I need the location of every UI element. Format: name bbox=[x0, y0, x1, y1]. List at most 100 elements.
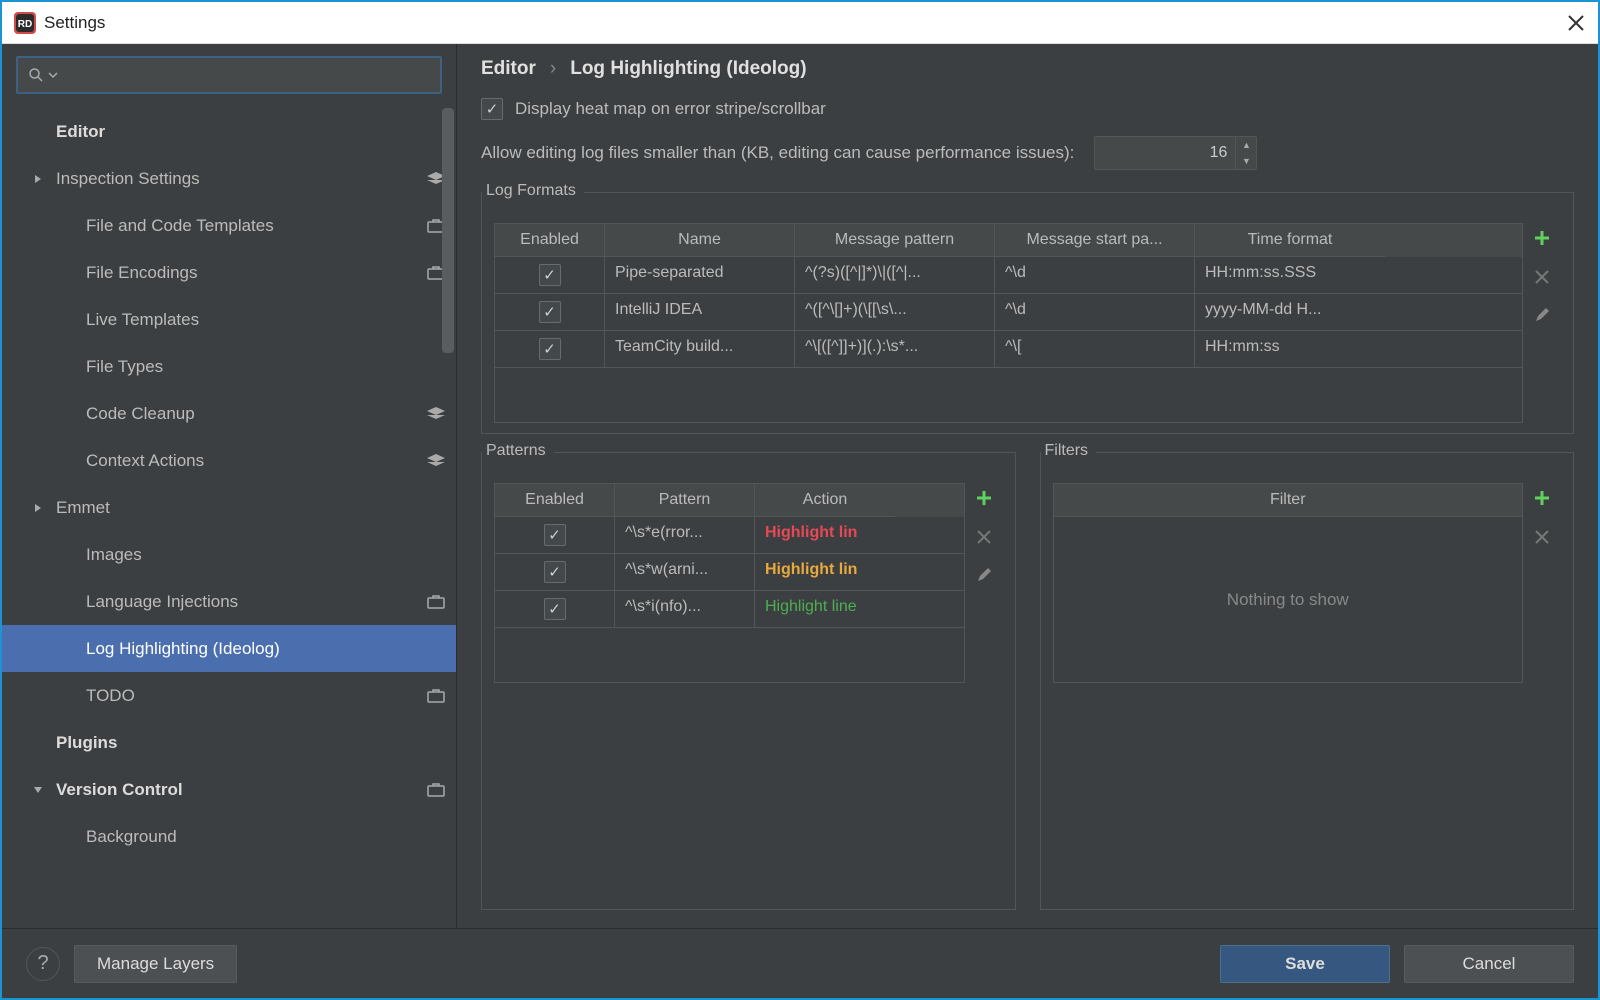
tree-item-label: Language Injections bbox=[86, 592, 416, 612]
remove-icon[interactable] bbox=[976, 529, 992, 549]
edit-icon[interactable] bbox=[1534, 307, 1550, 327]
patterns-fieldset: Patterns EnabledPatternAction^\s*e(rror.… bbox=[481, 452, 1016, 910]
tree-item[interactable]: Context Actions bbox=[2, 437, 456, 484]
row-enabled-checkbox[interactable] bbox=[544, 561, 566, 583]
tree-item[interactable]: Inspection Settings bbox=[2, 155, 456, 202]
layers-icon bbox=[427, 454, 445, 468]
search-input[interactable] bbox=[16, 56, 442, 94]
row-enabled-checkbox[interactable] bbox=[539, 301, 561, 323]
tree-item[interactable]: Language Injections bbox=[2, 578, 456, 625]
heatmap-label: Display heat map on error stripe/scrollb… bbox=[515, 99, 826, 119]
tree-item[interactable]: Log Highlighting (Ideolog) bbox=[2, 625, 456, 672]
table-header[interactable]: Message start pa... bbox=[995, 224, 1195, 257]
spinner-down-icon[interactable]: ▼ bbox=[1236, 153, 1256, 169]
titlebar: RD Settings bbox=[2, 2, 1598, 44]
tree-item-label: Inspection Settings bbox=[56, 169, 416, 189]
table-row[interactable]: IntelliJ IDEA^([^\[]+)(\[[\s\...^\dyyyy-… bbox=[495, 294, 1522, 331]
table-header[interactable]: Enabled bbox=[495, 224, 605, 257]
filters-legend: Filters bbox=[1041, 442, 1097, 460]
tree-item-label: File and Code Templates bbox=[86, 216, 416, 236]
table-header[interactable]: Pattern bbox=[615, 484, 755, 517]
scrollbar-thumb[interactable] bbox=[442, 108, 454, 353]
table-header[interactable]: Message pattern bbox=[795, 224, 995, 257]
chevron-down-icon bbox=[33, 785, 43, 795]
remove-icon[interactable] bbox=[1534, 269, 1550, 289]
empty-message: Nothing to show bbox=[1054, 517, 1523, 682]
chevron-down-icon bbox=[48, 70, 58, 80]
breadcrumb: Editor › Log Highlighting (Ideolog) bbox=[481, 58, 1574, 80]
chevron-right-icon: › bbox=[550, 58, 556, 80]
tree-item-label: File Types bbox=[86, 357, 416, 377]
tree-item-label: Code Cleanup bbox=[86, 404, 416, 424]
table-row[interactable]: Pipe-separated^(?s)([^|]*)\|([^|...^\dHH… bbox=[495, 257, 1522, 294]
row-enabled-checkbox[interactable] bbox=[539, 338, 561, 360]
save-button[interactable]: Save bbox=[1220, 945, 1390, 983]
footer: ? Manage Layers Save Cancel bbox=[2, 928, 1598, 998]
allow-editing-label: Allow editing log files smaller than (KB… bbox=[481, 143, 1074, 163]
allow-editing-value[interactable] bbox=[1095, 144, 1235, 162]
tree-item[interactable]: Plugins bbox=[2, 719, 456, 766]
add-icon[interactable] bbox=[1533, 489, 1551, 511]
tree-item[interactable]: File Encodings bbox=[2, 249, 456, 296]
tree-item[interactable]: Emmet bbox=[2, 484, 456, 531]
tree-item[interactable]: Version Control bbox=[2, 766, 456, 813]
window-title: Settings bbox=[44, 13, 1566, 33]
table-header[interactable]: Time format bbox=[1195, 224, 1385, 257]
table-header[interactable]: Name bbox=[605, 224, 795, 257]
briefcase-icon bbox=[427, 782, 445, 797]
table-row[interactable]: ^\s*i(nfo)...Highlight line bbox=[495, 591, 964, 628]
svg-text:RD: RD bbox=[18, 19, 32, 30]
tree-item-label: Context Actions bbox=[86, 451, 416, 471]
table-header[interactable]: Action bbox=[755, 484, 895, 517]
add-icon[interactable] bbox=[975, 489, 993, 511]
allow-editing-spinner[interactable]: ▲ ▼ bbox=[1094, 136, 1257, 170]
tree-item[interactable]: Background bbox=[2, 813, 456, 860]
tree-item[interactable]: TODO bbox=[2, 672, 456, 719]
table-header[interactable]: Enabled bbox=[495, 484, 615, 517]
layers-icon bbox=[427, 407, 445, 421]
tree-item-label: Editor bbox=[56, 122, 416, 142]
tree-item-label: Live Templates bbox=[86, 310, 416, 330]
edit-icon[interactable] bbox=[976, 567, 992, 587]
tree-item[interactable]: Editor bbox=[2, 108, 456, 155]
remove-icon[interactable] bbox=[1534, 529, 1550, 549]
table-row[interactable]: ^\s*w(arni...Highlight lin bbox=[495, 554, 964, 591]
row-enabled-checkbox[interactable] bbox=[544, 524, 566, 546]
tree-item-label: Emmet bbox=[56, 498, 416, 518]
sidebar: Editor Inspection Settings File and Code T… bbox=[2, 44, 457, 928]
log-formats-legend: Log Formats bbox=[482, 182, 584, 200]
help-button[interactable]: ? bbox=[26, 947, 60, 981]
briefcase-icon bbox=[427, 688, 445, 703]
table-header[interactable]: Filter bbox=[1054, 484, 1523, 517]
table-row[interactable]: ^\s*e(rror...Highlight lin bbox=[495, 517, 964, 554]
tree-item-label: File Encodings bbox=[86, 263, 416, 283]
tree-item-label: Background bbox=[86, 827, 416, 847]
tree-item[interactable]: Code Cleanup bbox=[2, 390, 456, 437]
row-enabled-checkbox[interactable] bbox=[544, 598, 566, 620]
add-icon[interactable] bbox=[1533, 229, 1551, 251]
app-icon: RD bbox=[14, 12, 36, 34]
tree-item[interactable]: File Types bbox=[2, 343, 456, 390]
tree-item[interactable]: Images bbox=[2, 531, 456, 578]
tree-item[interactable]: Live Templates bbox=[2, 296, 456, 343]
tree-item-label: Version Control bbox=[56, 780, 416, 800]
heatmap-checkbox[interactable] bbox=[481, 98, 503, 120]
breadcrumb-root[interactable]: Editor bbox=[481, 58, 536, 80]
chevron-right-icon bbox=[33, 503, 43, 513]
manage-layers-button[interactable]: Manage Layers bbox=[74, 945, 237, 983]
tree-item-label: Images bbox=[86, 545, 416, 565]
tree-item-label: TODO bbox=[86, 686, 416, 706]
chevron-right-icon bbox=[33, 174, 43, 184]
close-icon[interactable] bbox=[1566, 13, 1586, 33]
settings-tree[interactable]: Editor Inspection Settings File and Code T… bbox=[2, 102, 456, 928]
row-enabled-checkbox[interactable] bbox=[539, 264, 561, 286]
cancel-button[interactable]: Cancel bbox=[1404, 945, 1574, 983]
tree-item[interactable]: File and Code Templates bbox=[2, 202, 456, 249]
search-icon bbox=[28, 67, 44, 83]
table-row[interactable]: TeamCity build...^\[([^]]+)](.):\s*...^\… bbox=[495, 331, 1522, 368]
briefcase-icon bbox=[427, 594, 445, 609]
main-panel: Editor › Log Highlighting (Ideolog) Disp… bbox=[457, 44, 1598, 928]
tree-item-label: Log Highlighting (Ideolog) bbox=[86, 639, 416, 659]
breadcrumb-current: Log Highlighting (Ideolog) bbox=[570, 58, 806, 80]
spinner-up-icon[interactable]: ▲ bbox=[1236, 137, 1256, 153]
